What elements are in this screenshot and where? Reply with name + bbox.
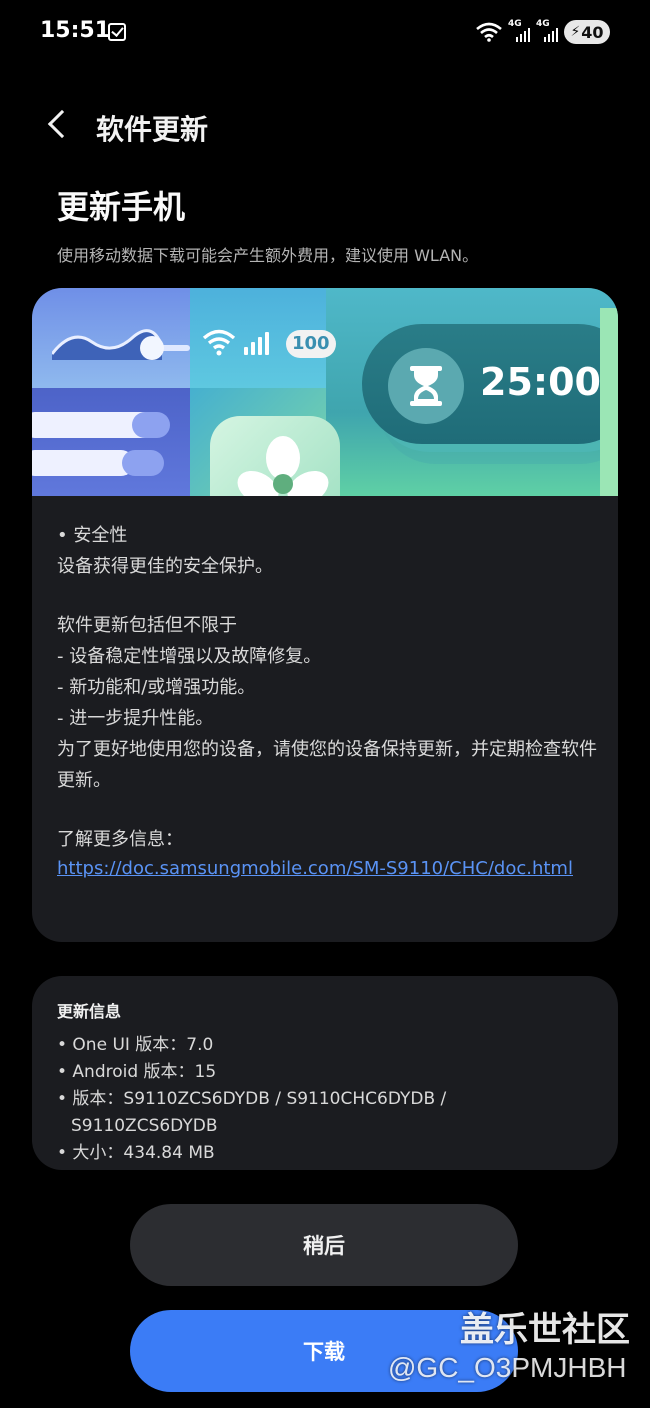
more-info-link[interactable]: https://doc.samsungmobile.com/SM-S9110/C… — [57, 855, 602, 883]
checkbox-notification-icon — [108, 23, 126, 41]
signal-icon-sim1: 4G — [508, 19, 530, 43]
release-item: - 进一步提升性能。 — [57, 708, 214, 729]
later-button[interactable]: 稍后 — [130, 1204, 518, 1286]
status-bar: 15:51 4G 4G ⚡ 40 — [40, 14, 610, 50]
release-notes-text: • 安全性 设备获得更佳的安全保护。 软件更新包括但不限于 - 设备稳定性增强以… — [57, 520, 602, 883]
mobile-data-notice: 使用移动数据下载可能会产生额外费用，建议使用 WLAN。 — [57, 246, 479, 265]
more-info-label: 了解更多信息： — [57, 829, 183, 850]
security-description: 设备获得更佳的安全保护。 — [57, 556, 273, 577]
update-info-list: • One UI 版本：7.0 • Android 版本：15 • 版本：S91… — [57, 1032, 602, 1167]
software-update-screen: 15:51 4G 4G ⚡ 40 软件更新 更新手机 使用移动数据下载可能会产生… — [0, 0, 650, 1408]
back-arrow-icon[interactable] — [47, 109, 77, 139]
security-heading: • 安全性 — [57, 525, 128, 546]
hourglass-icon — [410, 366, 442, 406]
status-icons: 4G 4G ⚡ 40 — [476, 18, 610, 46]
build-version-continued: S9110ZCS6DYDB — [71, 1116, 218, 1136]
update-info-card: 更新信息 • One UI 版本：7.0 • Android 版本：15 • 版… — [32, 976, 618, 1170]
battery-level: 40 — [581, 22, 604, 42]
one-ui-version: • One UI 版本：7.0 — [57, 1035, 214, 1055]
brightness-slider-knob — [140, 336, 164, 360]
banner-signal-icon — [244, 332, 269, 355]
download-size: • 大小：434.84 MB — [57, 1143, 215, 1163]
release-notes-card: 100 25:00 • 安全性 设备获得更佳的安全保护。 软件更新包括但不限于 … — [32, 288, 618, 942]
watermark-site: 盖乐世社区 — [460, 1310, 630, 1350]
charging-bolt-icon: ⚡ — [570, 24, 581, 40]
release-item: - 新功能和/或增强功能。 — [57, 677, 256, 698]
release-item: - 设备稳定性增强以及故障修复。 — [57, 646, 322, 667]
banner-battery: 100 — [286, 330, 336, 358]
watermark-user: @GC_O3PMJHBH — [388, 1352, 627, 1383]
signal-icon-sim2: 4G — [536, 19, 558, 43]
header-title: 软件更新 — [96, 113, 209, 146]
includes-heading: 软件更新包括但不限于 — [57, 615, 237, 636]
update-info-title: 更新信息 — [57, 1002, 122, 1021]
fan-icon — [237, 436, 329, 496]
update-advice: 为了更好地使用您的设备，请使您的设备保持更新，并定期检查软件更新。 — [57, 739, 597, 791]
page-title: 更新手机 — [57, 188, 186, 226]
android-version: • Android 版本：15 — [57, 1062, 217, 1082]
build-version: • 版本：S9110ZCS6DYDB / S9110CHC6DYDB / — [57, 1089, 447, 1109]
feature-banner-image: 100 25:00 — [32, 288, 618, 496]
battery-indicator: ⚡ 40 — [564, 20, 610, 44]
status-time: 15:51 — [40, 18, 111, 43]
volume-wave-icon — [52, 329, 164, 360]
banner-wifi-icon — [202, 329, 236, 356]
timer-display: 25:00 — [480, 360, 601, 404]
wifi-icon — [476, 22, 502, 42]
